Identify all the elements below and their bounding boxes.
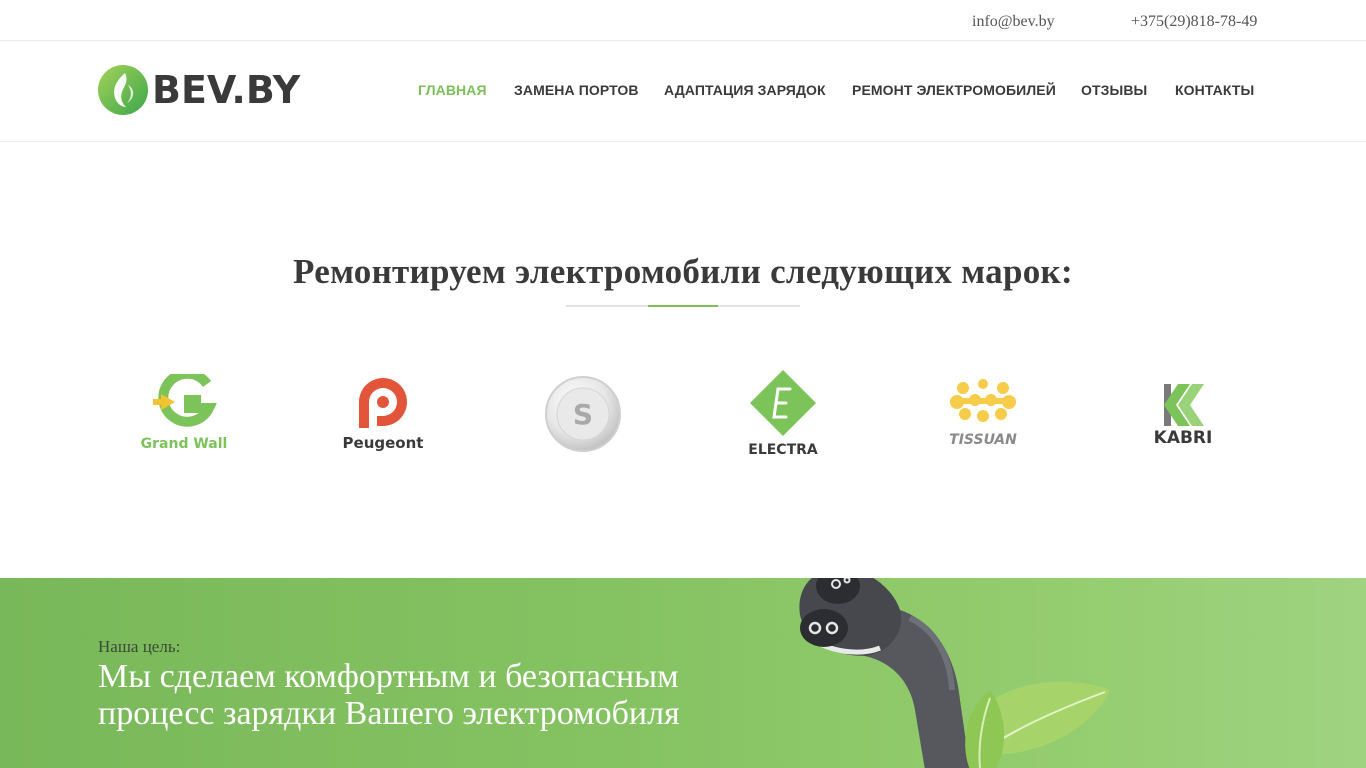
brand-label: KABRI [1153,428,1213,448]
nav-item-reviews[interactable]: ОТЗЫВЫ [1081,82,1147,98]
brand-label: ELECTRA [748,442,818,458]
tissuan-logo [950,379,1016,422]
leaf-flame-icon [98,65,148,115]
brand-electra[interactable]: ELECTRA [698,362,868,472]
nav-item-ev-repair[interactable]: РЕМОНТ ЭЛЕКТРОМОБИЛЕЙ [852,82,1056,98]
nav-item-home[interactable]: ГЛАВНАЯ [418,82,487,98]
svg-text:S: S [573,398,593,431]
peugeont-logo [359,378,407,428]
mission-banner: Наша цель: Мы сделаем комфортным и безоп… [0,578,1366,768]
brand-label: Grand Wall [140,436,228,452]
electra-logo [750,370,816,436]
site-logo[interactable]: BEV.BY [98,65,300,115]
nav-item-contacts[interactable]: КОНТАКТЫ [1175,82,1254,98]
email-link[interactable]: info@bev.by [972,13,1055,31]
kabri-logo [1164,384,1204,426]
nav-item-port-replacement[interactable]: ЗАМЕНА ПОРТОВ [514,82,639,98]
ev-charging-plug-with-leaves [799,578,1110,768]
brand-label: TISSUAN [949,432,1017,448]
brand-peugeont[interactable]: Peugeont [298,362,468,472]
banner-headline: Мы сделаем комфортным и безопасным проце… [98,658,680,732]
site-header: BEV.BY ГЛАВНАЯ ЗАМЕНА ПОРТОВ АДАПТАЦИЯ З… [0,41,1366,142]
brand-kabri[interactable]: KABRI [1098,362,1268,472]
brand-grand-wall[interactable]: Grand Wall [99,362,269,472]
phone-link[interactable]: +375(29)818-78-49 [1131,13,1257,31]
brand-label: Peugeont [342,434,424,452]
brands-section-title: Ремонтируем электромобили следующих маро… [293,252,1073,291]
silver-s-logo: S [545,376,621,452]
nav-item-charger-adaptation[interactable]: АДАПТАЦИЯ ЗАРЯДОК [664,82,826,98]
brand-silver-s[interactable]: S [498,362,668,472]
grand-wall-logo [153,374,217,427]
top-bar: info@bev.by +375(29)818-78-49 [0,0,1366,41]
brand-tissuan[interactable]: TISSUAN [898,362,1068,472]
logo-text: BEV.BY [152,68,301,112]
title-divider-accent [648,305,718,307]
banner-kicker: Наша цель: [98,637,181,656]
